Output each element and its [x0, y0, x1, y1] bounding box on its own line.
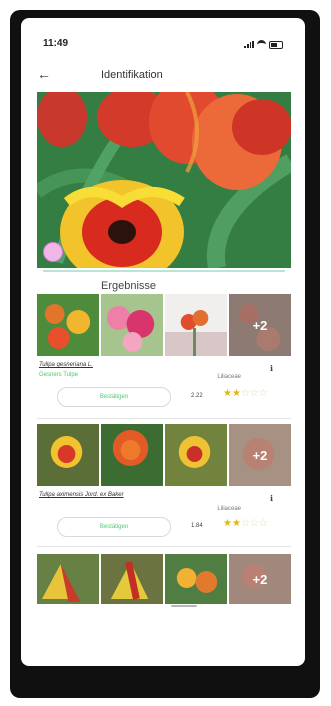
result-card[interactable]: +2 Tulipa gesneriana L. Gesners Tulpe Li… [37, 294, 291, 422]
more-count-label: +2 [252, 317, 268, 333]
card-divider [37, 418, 291, 419]
thumbnail-image[interactable] [101, 554, 163, 604]
card-divider [37, 546, 291, 547]
back-arrow-icon[interactable]: ← [37, 66, 51, 82]
page-title: Identifikation [101, 69, 163, 81]
battery-icon [269, 40, 283, 49]
score-value: 2.22 [191, 393, 203, 399]
more-images-tile[interactable]: +2 [229, 294, 291, 356]
hero-photo[interactable] [37, 92, 291, 268]
star-filled-icon: ★ [231, 388, 241, 399]
thumbnail-row: +2 [37, 424, 291, 486]
star-empty-icon: ☆ [249, 518, 259, 529]
results-heading: Ergebnisse [101, 280, 157, 292]
status-bar: 11:49 [21, 38, 305, 54]
more-images-tile[interactable]: +2 [229, 424, 291, 486]
thumbnail-row: +2 [37, 554, 291, 604]
signal-icon [244, 41, 254, 48]
rating-stars: ★★☆☆☆ [223, 518, 268, 529]
star-filled-icon: ★ [231, 518, 241, 529]
info-icon[interactable]: ℹ [270, 494, 273, 503]
horizontal-scrollbar[interactable] [171, 605, 197, 607]
tulip-photo [37, 92, 291, 268]
score-value: 1.84 [191, 523, 203, 529]
result-card[interactable]: +2 [37, 554, 291, 610]
confirm-button[interactable]: Bestätigen [57, 387, 171, 407]
more-count-label: +2 [252, 571, 268, 587]
common-name: Gesners Tulpe [39, 372, 79, 378]
star-filled-icon: ★ [223, 388, 232, 399]
thumbnail-image[interactable] [37, 424, 99, 486]
status-icons [244, 40, 283, 49]
result-card[interactable]: +2 Tulipa aximensis Jord. ex Baker Lilia… [37, 424, 291, 552]
info-icon[interactable]: ℹ [270, 364, 273, 373]
page-header: ← Identifikation [21, 66, 305, 86]
family-name: Liliaceae [217, 506, 241, 512]
thumbnail-image[interactable] [165, 554, 227, 604]
app-screen: 11:49 ← Identifikation Ergebnisse +2 Tul… [21, 18, 305, 666]
more-images-tile[interactable]: +2 [229, 554, 291, 604]
wifi-icon [257, 40, 266, 49]
star-empty-icon: ☆ [249, 388, 259, 399]
rating-stars: ★★☆☆☆ [223, 388, 268, 399]
star-empty-icon: ☆ [240, 388, 250, 399]
scientific-name[interactable]: Tulipa aximensis Jord. ex Baker [39, 492, 124, 498]
star-filled-icon: ★ [223, 518, 232, 529]
flower-icon[interactable] [43, 242, 63, 262]
more-count-label: +2 [252, 447, 268, 463]
thumbnail-image[interactable] [101, 424, 163, 486]
star-empty-icon: ☆ [240, 518, 250, 529]
confirm-button[interactable]: Bestätigen [57, 517, 171, 537]
star-empty-icon: ☆ [258, 388, 268, 399]
thumbnail-image[interactable] [101, 294, 163, 356]
thumbnail-image[interactable] [37, 554, 99, 604]
scientific-name[interactable]: Tulipa gesneriana L. [39, 362, 93, 368]
thumbnail-image[interactable] [37, 294, 99, 356]
thumbnail-image[interactable] [165, 424, 227, 486]
section-divider [43, 270, 285, 272]
thumbnail-image[interactable] [165, 294, 227, 356]
family-name: Liliaceae [217, 374, 241, 380]
thumbnail-row: +2 [37, 294, 291, 356]
status-time: 11:49 [43, 38, 69, 49]
star-empty-icon: ☆ [258, 518, 268, 529]
